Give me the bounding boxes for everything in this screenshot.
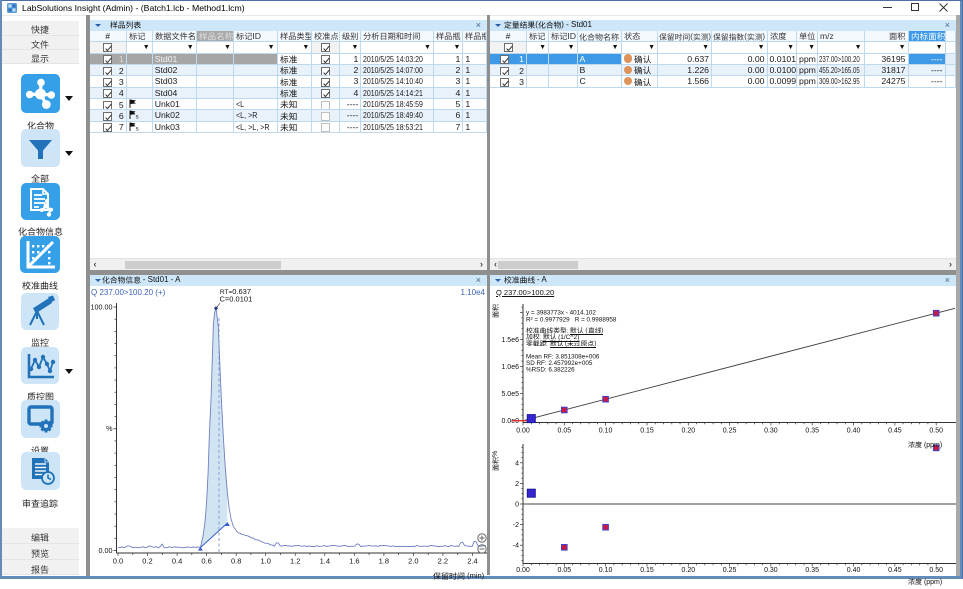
svg-text:0: 0 (515, 501, 519, 508)
svg-text:1.8: 1.8 (378, 556, 388, 565)
svg-text:0.40: 0.40 (847, 427, 861, 434)
svg-text:0.05: 0.05 (557, 427, 571, 434)
svg-text:0.8: 0.8 (230, 556, 240, 565)
svg-text:s: s (135, 126, 138, 130)
svg-text:0.30: 0.30 (764, 567, 778, 574)
svg-text:0.2: 0.2 (142, 556, 152, 565)
svg-text:0.35: 0.35 (805, 427, 819, 434)
svg-text:0.4: 0.4 (171, 556, 181, 565)
svg-text:0.50: 0.50 (929, 427, 943, 434)
svg-text:5.0e5: 5.0e5 (501, 391, 519, 398)
svg-text:0.6: 0.6 (201, 556, 211, 565)
svg-text:0.00: 0.00 (98, 546, 112, 555)
svg-text:0.15: 0.15 (640, 567, 654, 574)
svg-text:0.30: 0.30 (764, 427, 778, 434)
svg-text:1.2: 1.2 (289, 556, 299, 565)
svg-text:2: 2 (515, 480, 519, 487)
svg-text:1.4: 1.4 (319, 556, 329, 565)
svg-text:0.35: 0.35 (805, 567, 819, 574)
svg-text:C=0.0101: C=0.0101 (219, 294, 252, 303)
svg-text:-2: -2 (513, 522, 519, 529)
svg-text:0.00: 0.00 (516, 427, 530, 434)
svg-text:0.45: 0.45 (888, 567, 902, 574)
svg-text:y = 3983773x - 4014.102: y = 3983773x - 4014.102 (526, 309, 596, 316)
svg-text:0.25: 0.25 (723, 427, 737, 434)
svg-text:2.0: 2.0 (408, 556, 418, 565)
svg-text:s: s (135, 115, 138, 119)
svg-text:0.0: 0.0 (112, 556, 122, 565)
svg-text:1.5e6: 1.5e6 (501, 337, 519, 344)
svg-text:4: 4 (515, 460, 519, 467)
svg-text:0.10: 0.10 (599, 567, 613, 574)
svg-text:-4: -4 (513, 542, 519, 549)
svg-text:1.0e6: 1.0e6 (501, 364, 519, 371)
svg-text:0.15: 0.15 (640, 427, 654, 434)
svg-text:1.6: 1.6 (349, 556, 359, 565)
svg-text:0.0e0: 0.0e0 (501, 418, 519, 425)
svg-text:0.20: 0.20 (681, 427, 695, 434)
svg-text:100.00: 100.00 (90, 302, 112, 311)
svg-text:0.00: 0.00 (516, 567, 530, 574)
svg-text:0.25: 0.25 (723, 567, 737, 574)
svg-text:%RSD: 6.382226: %RSD: 6.382226 (526, 366, 575, 373)
svg-text:R² = 0.9977929 R = 0.9988958: R² = 0.9977929 R = 0.9988958 (526, 316, 617, 323)
svg-text:0.05: 0.05 (557, 567, 571, 574)
svg-text:0.45: 0.45 (888, 427, 902, 434)
svg-text:0.10: 0.10 (599, 427, 613, 434)
svg-text:%: % (106, 424, 113, 433)
svg-text:1.0: 1.0 (260, 556, 270, 565)
svg-text:0.20: 0.20 (681, 567, 695, 574)
svg-text:0.40: 0.40 (847, 567, 861, 574)
